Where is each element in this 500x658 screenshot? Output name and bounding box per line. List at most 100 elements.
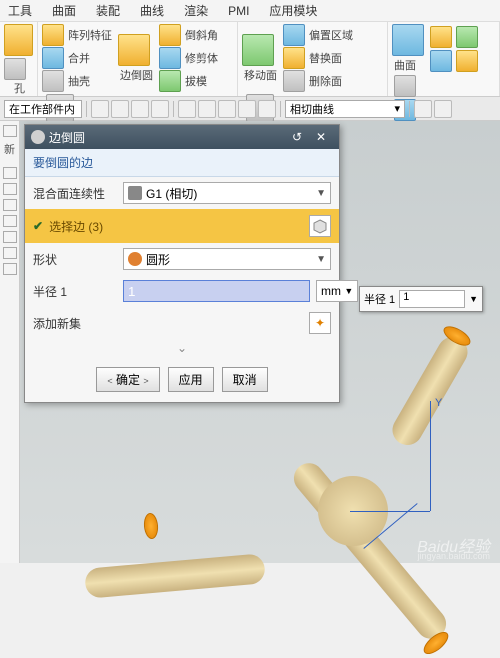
coordinate-system: Y	[350, 451, 480, 601]
replace-label: 替换面	[309, 50, 342, 66]
left-tab-5[interactable]	[3, 215, 17, 227]
gear-icon	[31, 130, 45, 144]
menu-bar: 工具 曲面 装配 曲线 渲染 PMI 应用模块	[0, 0, 500, 22]
addset-label: 添加新集	[33, 315, 303, 332]
shape-dropdown[interactable]: 圆形 ▼	[123, 248, 331, 270]
std-icon-1[interactable]	[430, 26, 452, 48]
shell-icon[interactable]	[42, 70, 64, 92]
pattern-icon[interactable]	[42, 24, 64, 46]
addset-button[interactable]: ✦	[309, 312, 331, 334]
shape-label: 形状	[33, 251, 117, 268]
left-tab-6[interactable]	[3, 231, 17, 243]
replace-icon[interactable]	[283, 47, 305, 69]
shell-label: 抽壳	[68, 73, 90, 89]
menu-app[interactable]: 应用模块	[269, 2, 317, 19]
dialog-titlebar[interactable]: 边倒圆 ↺ ✕	[25, 125, 339, 149]
std-icon-2[interactable]	[430, 50, 452, 72]
dialog-close-icon[interactable]: ✕	[309, 130, 333, 144]
cancel-button[interactable]: 取消	[222, 367, 268, 392]
tb-btn-11[interactable]	[434, 100, 452, 118]
delete-icon[interactable]	[283, 70, 305, 92]
trim-label: 修剪体	[185, 50, 218, 66]
dialog-title: 边倒圆	[49, 129, 85, 146]
circle-icon	[128, 252, 142, 266]
menu-assembly[interactable]: 装配	[96, 2, 120, 19]
radius-label: 半径 1	[33, 283, 117, 300]
draft-label: 拔模	[185, 73, 207, 89]
pipe-cap-2	[143, 512, 159, 539]
trim-icon[interactable]	[159, 47, 181, 69]
tb-btn-9[interactable]	[258, 100, 276, 118]
surface-label: 曲面	[394, 57, 424, 73]
curve-rule-dropdown[interactable]: 相切曲线▾	[285, 100, 405, 118]
tb-btn-2[interactable]	[111, 100, 129, 118]
onscreen-radius-input[interactable]: 半径 1 1 ▼	[359, 286, 483, 312]
left-tab-4[interactable]	[3, 199, 17, 211]
ok-button[interactable]: < 确定 >	[96, 367, 159, 392]
continuity-label: 混合面连续性	[33, 185, 117, 202]
delete-label: 删除面	[309, 73, 342, 89]
tb-btn-8[interactable]	[238, 100, 256, 118]
moveface-label: 移动面	[244, 67, 277, 83]
left-tab-2[interactable]	[3, 167, 17, 179]
tb-btn-4[interactable]	[151, 100, 169, 118]
moveface-icon[interactable]	[242, 34, 274, 66]
merge-icon[interactable]	[42, 47, 64, 69]
chamfer-label: 倒斜角	[185, 27, 218, 43]
g1-icon	[128, 186, 142, 200]
tb-btn-6[interactable]	[198, 100, 216, 118]
select-edge-row[interactable]: ✔ 选择边 (3)	[25, 209, 339, 243]
watermark-url: jingyan.baidu.com	[417, 551, 490, 561]
std-icon-3[interactable]	[456, 26, 478, 48]
offset-icon[interactable]	[283, 24, 305, 46]
std-icon-4[interactable]	[456, 50, 478, 72]
edge-blend-label: 边倒圆	[120, 67, 153, 83]
tb-btn-7[interactable]	[218, 100, 236, 118]
edge-blend-icon[interactable]	[118, 34, 150, 66]
merge-label: 合并	[68, 50, 90, 66]
menu-render[interactable]: 渲染	[184, 2, 208, 19]
std-icon-5[interactable]	[394, 75, 416, 97]
apply-button[interactable]: 应用	[168, 367, 214, 392]
select-edge-button[interactable]	[309, 215, 331, 237]
left-tab-3[interactable]	[3, 183, 17, 195]
check-icon: ✔	[33, 219, 43, 233]
selection-toolbar: 在工作部件内 相切曲线▾	[0, 97, 500, 121]
surface-icon[interactable]	[392, 24, 424, 56]
hole-icon[interactable]	[4, 58, 26, 80]
expander-icon[interactable]: ⌄	[25, 339, 339, 357]
left-tab-8[interactable]	[3, 263, 17, 275]
left-tab-7[interactable]	[3, 247, 17, 259]
menu-surface[interactable]: 曲面	[52, 2, 76, 19]
chevron-down-icon[interactable]: ▼	[469, 294, 478, 304]
feature-big-icon[interactable]	[4, 24, 33, 56]
tb-btn-10[interactable]	[414, 100, 432, 118]
unit-dropdown[interactable]: mm ▼	[316, 280, 358, 302]
pipe-branch-2	[84, 553, 266, 599]
menu-tools[interactable]: 工具	[8, 2, 32, 19]
dialog-reset-icon[interactable]: ↺	[285, 130, 309, 144]
section-edges[interactable]: 要倒圆的边	[25, 149, 339, 177]
continuity-dropdown[interactable]: G1 (相切) ▼	[123, 182, 331, 204]
tb-btn-1[interactable]	[91, 100, 109, 118]
onscreen-radius-field[interactable]: 1	[399, 290, 465, 308]
scope-dropdown[interactable]: 在工作部件内	[4, 100, 82, 118]
menu-pmi[interactable]: PMI	[228, 4, 249, 18]
axis-y-label: Y	[435, 397, 442, 409]
ribbon: 孔 阵列特征 合并 抽壳 边倒圆 倒斜角 修剪体 拔模 更多 特征	[0, 22, 500, 97]
radius-input[interactable]	[123, 280, 310, 302]
tb-btn-3[interactable]	[131, 100, 149, 118]
cube-icon	[312, 218, 328, 234]
chamfer-icon[interactable]	[159, 24, 181, 46]
left-tab-new[interactable]: 新	[0, 141, 19, 157]
edge-blend-dialog: 边倒圆 ↺ ✕ 要倒圆的边 混合面连续性 G1 (相切) ▼ ✔ 选择边 (3)…	[24, 124, 340, 403]
draft-icon[interactable]	[159, 70, 181, 92]
pattern-label: 阵列特征	[68, 27, 112, 43]
offset-label: 偏置区域	[309, 27, 353, 43]
select-edge-label: 选择边 (3)	[49, 218, 303, 235]
menu-curve[interactable]: 曲线	[140, 2, 164, 19]
left-tab-1[interactable]	[3, 125, 17, 137]
left-panel-strip: 新	[0, 121, 20, 563]
tb-btn-5[interactable]	[178, 100, 196, 118]
hole-label: 孔	[6, 80, 33, 96]
